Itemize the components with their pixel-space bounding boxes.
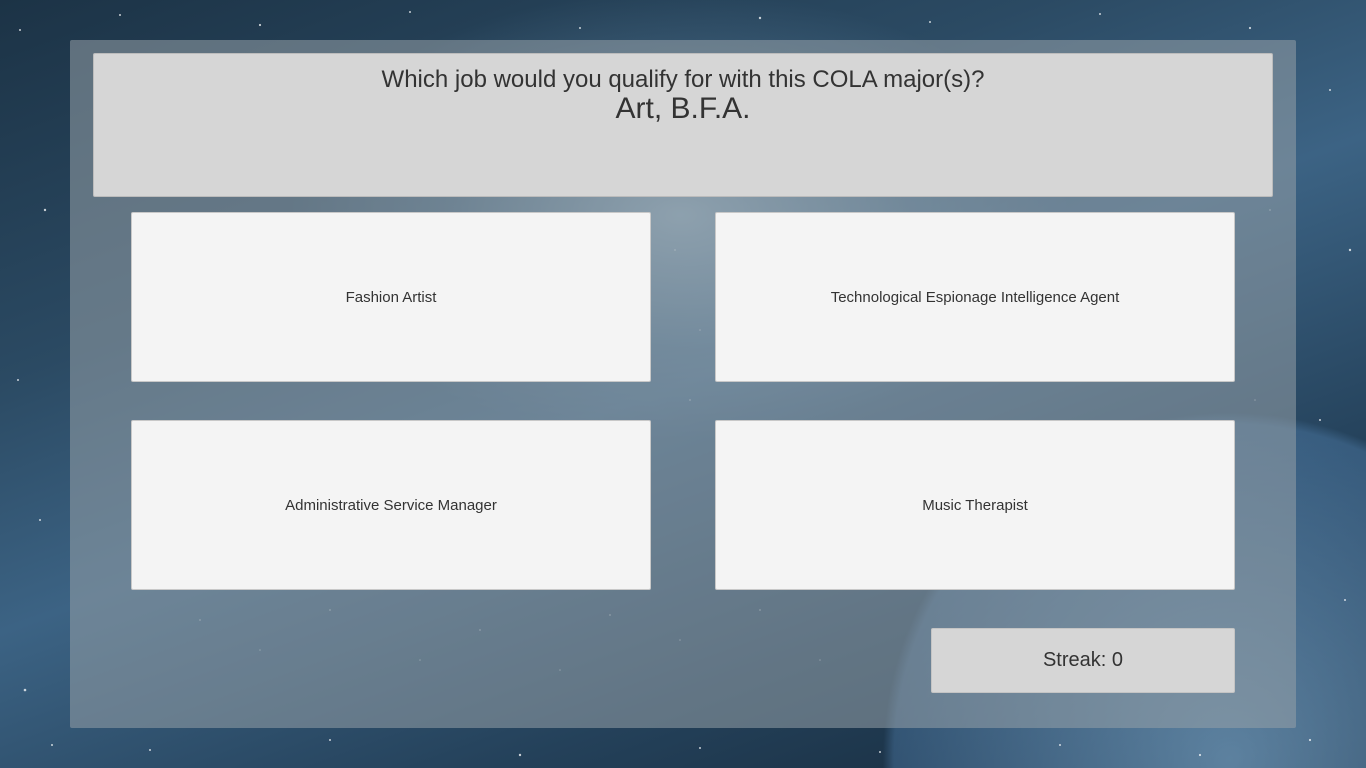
answer-label: Technological Espionage Intelligence Age… [830, 288, 1120, 306]
answer-button-4[interactable]: Music Therapist [715, 420, 1235, 590]
answer-button-2[interactable]: Technological Espionage Intelligence Age… [715, 212, 1235, 382]
streak-label: Streak: 0 [1042, 649, 1124, 671]
streak-counter: Streak: 0 [931, 628, 1235, 693]
answer-label: Fashion Artist [345, 288, 437, 306]
major-name: Art, B.F.A. [615, 92, 751, 125]
answer-label: Music Therapist [922, 496, 1028, 514]
answer-button-3[interactable]: Administrative Service Manager [131, 420, 651, 590]
answer-label: Administrative Service Manager [285, 496, 497, 514]
question-card: Which job would you qualify for with thi… [93, 53, 1273, 197]
answer-button-1[interactable]: Fashion Artist [131, 212, 651, 382]
question-prompt: Which job would you qualify for with thi… [381, 66, 985, 93]
